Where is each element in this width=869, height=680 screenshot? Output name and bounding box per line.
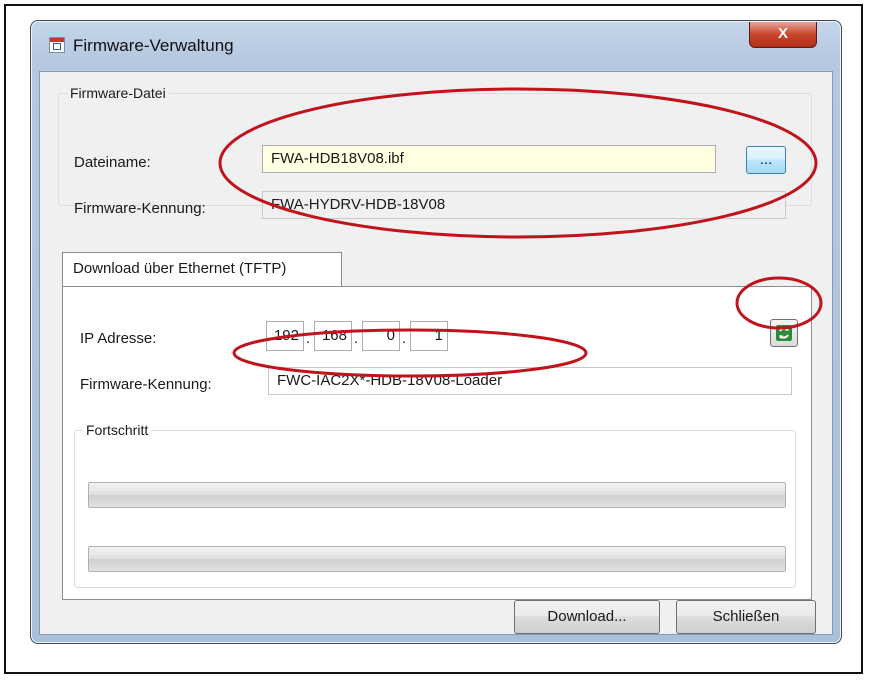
ip-octet-1[interactable]: 192 (266, 321, 304, 351)
ip-address-label: IP Adresse: (80, 330, 157, 347)
progress-bar-1 (88, 482, 786, 508)
tab-ethernet-download[interactable]: Download über Ethernet (TFTP) (62, 252, 342, 287)
progress-bar-2 (88, 546, 786, 572)
loader-id-field: FWC-IAC2X*-HDB-18V08-Loader (268, 367, 792, 395)
window-title: Firmware-Verwaltung (73, 36, 234, 55)
filename-field[interactable]: FWA-HDB18V08.ibf (262, 145, 716, 173)
loader-id-label: Firmware-Kennung: (80, 376, 212, 393)
firmware-file-group-label: Firmware-Datei (67, 85, 169, 101)
ip-dot: . (402, 330, 407, 347)
ip-octet-3[interactable]: 0 (362, 321, 400, 351)
firmware-window: Firmware-Verwaltung X Firmware-Datei Dat… (30, 20, 842, 644)
refresh-icon (776, 325, 792, 341)
filename-label: Dateiname: (74, 154, 151, 171)
ip-octet-2[interactable]: 168 (314, 321, 352, 351)
dialog-client: Firmware-Datei Dateiname: FWA-HDB18V08.i… (39, 71, 833, 635)
firmware-id-label: Firmware-Kennung: (74, 200, 206, 217)
close-button[interactable]: Schließen (676, 600, 816, 634)
browse-button[interactable]: ... (746, 146, 786, 174)
progress-group-label: Fortschritt (83, 422, 152, 438)
firmware-id-field: FWA-HYDRV-HDB-18V08 (262, 191, 786, 219)
ip-octet-4[interactable]: 1 (410, 321, 448, 351)
close-window-button[interactable]: X (749, 22, 817, 48)
title-bar[interactable]: Firmware-Verwaltung X (31, 21, 841, 71)
ip-dot: . (354, 330, 359, 347)
ip-dot: . (306, 330, 311, 347)
app-icon (49, 37, 65, 53)
download-button[interactable]: Download... (514, 600, 660, 634)
refresh-button[interactable] (770, 319, 798, 347)
